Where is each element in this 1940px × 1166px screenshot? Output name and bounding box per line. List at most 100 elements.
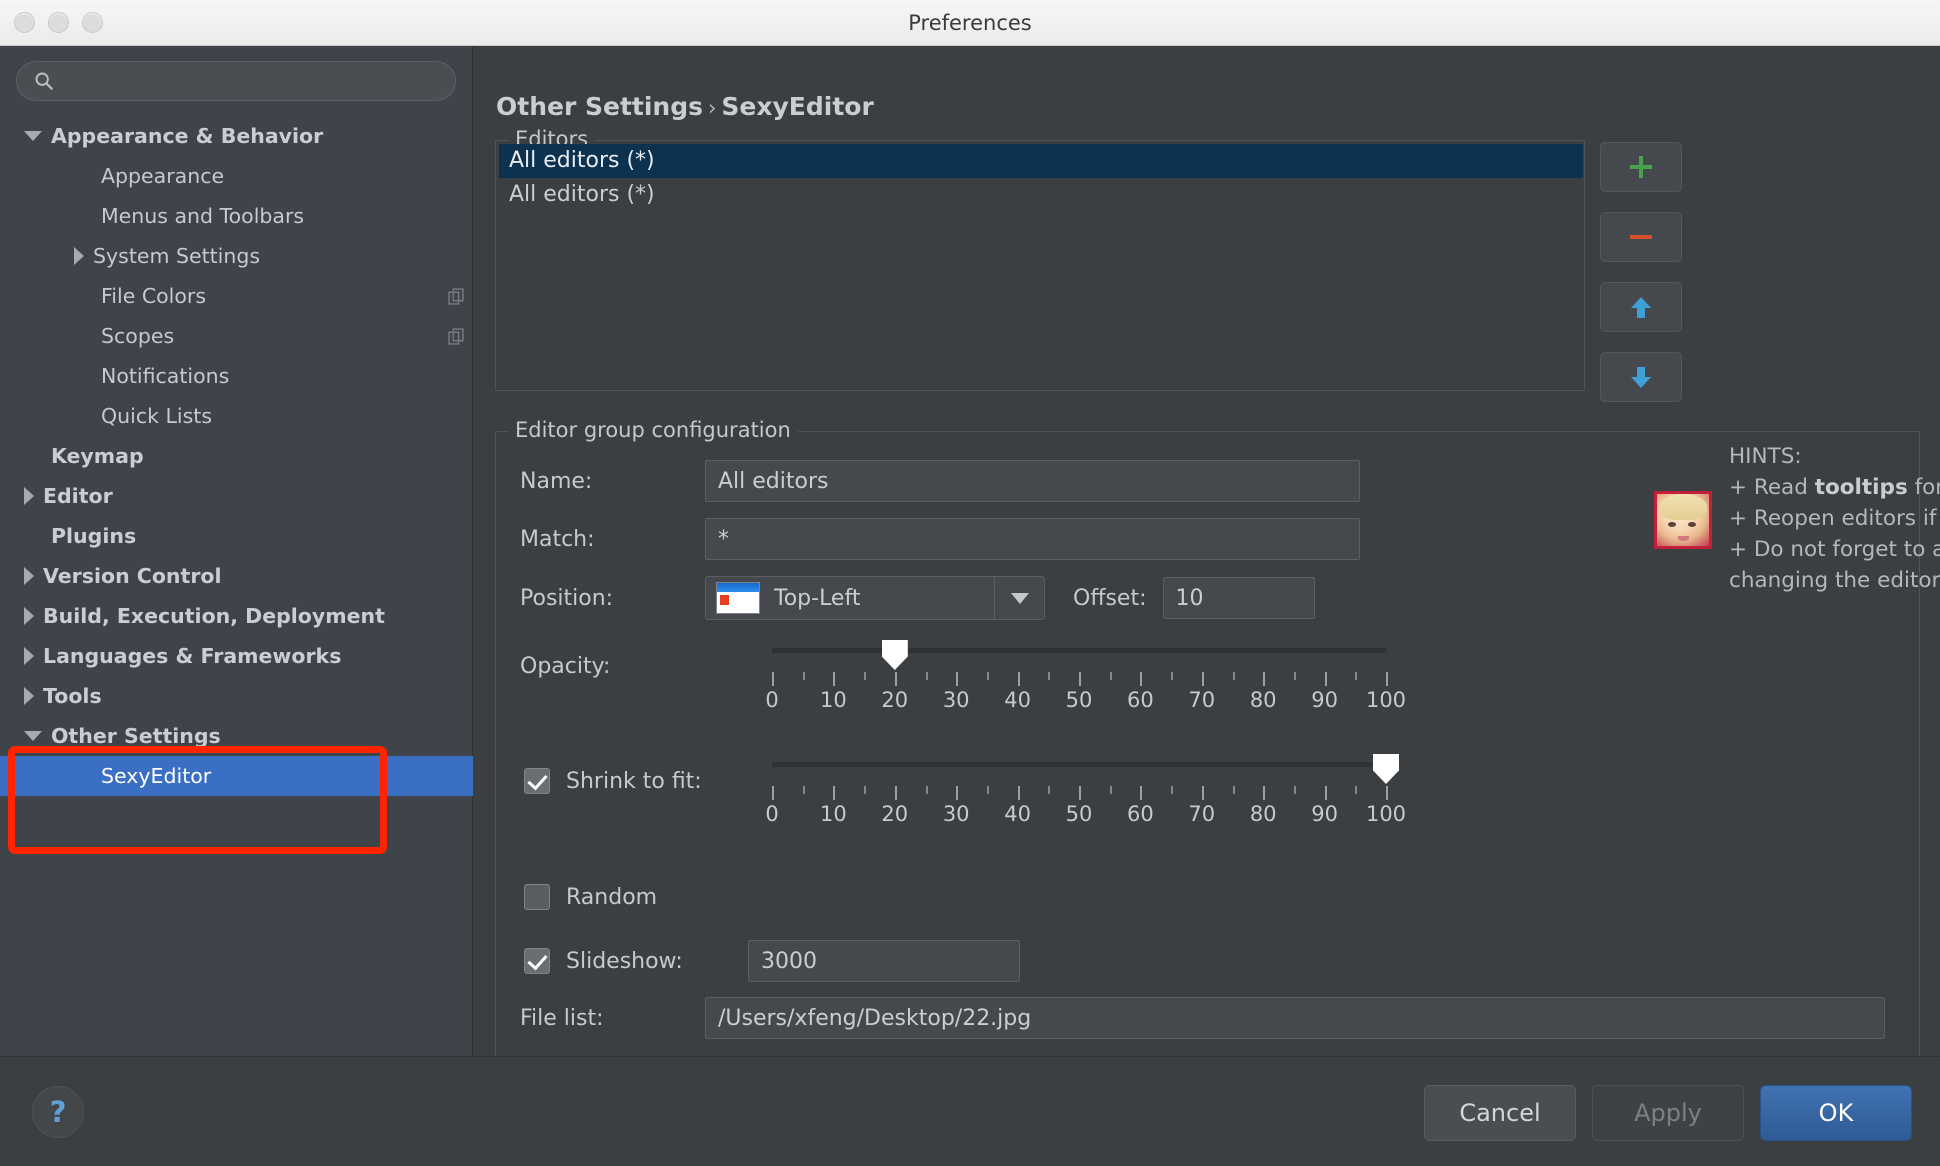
random-row: Random — [524, 884, 657, 910]
file-list-input[interactable] — [705, 997, 1885, 1039]
sidebar-item-scopes[interactable]: Scopes — [0, 316, 473, 356]
chevron-right-icon[interactable] — [24, 607, 34, 625]
slider-track[interactable] — [772, 762, 1386, 767]
slideshow-label: Slideshow: — [566, 948, 683, 974]
slideshow-checkbox[interactable] — [524, 948, 550, 974]
window-title: Preferences — [908, 11, 1032, 35]
sidebar-item-other-settings[interactable]: Other Settings — [0, 716, 473, 756]
sidebar-item-editor[interactable]: Editor — [0, 476, 473, 516]
name-input[interactable] — [705, 460, 1360, 502]
list-item[interactable]: All editors (*) — [499, 144, 1583, 178]
slider-tick — [1263, 786, 1266, 800]
offset-input[interactable] — [1162, 577, 1315, 619]
search-input[interactable] — [55, 70, 455, 92]
ok-button[interactable]: OK — [1760, 1085, 1912, 1141]
slider-tick-label: 90 — [1311, 688, 1338, 712]
slider-tick — [894, 672, 897, 686]
arrow-up-icon — [1631, 297, 1651, 318]
arrow-down-icon — [1631, 367, 1651, 388]
window-titlebar: Preferences — [0, 0, 1940, 46]
sidebar-item-languages-frameworks[interactable]: Languages & Frameworks — [0, 636, 473, 676]
remove-button[interactable] — [1600, 212, 1682, 262]
editors-list[interactable]: All editors (*) All editors (*) — [499, 144, 1583, 389]
chevron-down-icon[interactable] — [24, 731, 42, 741]
position-label: Position: — [520, 585, 614, 611]
chevron-down-icon[interactable] — [994, 577, 1044, 619]
cancel-button[interactable]: Cancel — [1424, 1085, 1576, 1141]
match-label: Match: — [520, 526, 595, 552]
sidebar-item-tools[interactable]: Tools — [0, 676, 473, 716]
slider-tick — [1079, 786, 1081, 800]
sidebar-item-appearance-behavior[interactable]: Appearance & Behavior — [0, 116, 473, 156]
slideshow-input[interactable] — [748, 940, 1020, 982]
list-item[interactable]: All editors (*) — [499, 178, 1583, 212]
slider-tick-label: 0 — [765, 802, 779, 826]
shared-settings-icon — [448, 287, 464, 305]
chevron-down-icon[interactable] — [24, 131, 42, 141]
match-row: Match: — [520, 518, 1360, 560]
sidebar-item-build-execution-deployment[interactable]: Build, Execution, Deployment — [0, 596, 473, 636]
sidebar-item-plugins[interactable]: Plugins — [0, 516, 473, 556]
sidebar-item-label: Build, Execution, Deployment — [43, 604, 385, 628]
sidebar-item-sexyeditor[interactable]: SexyEditor — [0, 756, 473, 796]
slider-tick — [1048, 672, 1051, 680]
slider-tick — [1140, 672, 1143, 686]
slider-tick — [894, 786, 897, 800]
sidebar-item-label: Other Settings — [51, 724, 221, 748]
apply-button[interactable]: Apply — [1592, 1085, 1744, 1141]
chevron-right-icon[interactable] — [74, 247, 84, 265]
move-down-button[interactable] — [1600, 352, 1682, 402]
breadcrumb-parent[interactable]: Other Settings — [496, 92, 703, 121]
shrink-to-fit-slider[interactable]: 0 10 20 30 40 50 60 70 80 90 100 — [765, 754, 1406, 830]
move-up-button[interactable] — [1600, 282, 1682, 332]
slider-tick-label: 20 — [881, 688, 909, 712]
opacity-slider[interactable]: 0 10 20 30 40 50 60 70 80 90 100 — [765, 640, 1406, 716]
breadcrumb-separator: › — [708, 96, 717, 120]
sidebar-item-version-control[interactable]: Version Control — [0, 556, 473, 596]
slider-tick — [956, 672, 959, 686]
sidebar-item-label: Quick Lists — [101, 404, 212, 428]
slider-tick-label: 20 — [881, 802, 909, 826]
chevron-right-icon[interactable] — [24, 647, 34, 665]
chevron-right-icon[interactable] — [24, 487, 34, 505]
sidebar-item-notifications[interactable]: Notifications — [0, 356, 473, 396]
slider-tick-label: 100 — [1365, 802, 1407, 826]
slider-tick — [833, 672, 836, 686]
offset-label: Offset: — [1073, 585, 1147, 611]
search-box[interactable] — [16, 61, 456, 101]
search-icon — [35, 72, 53, 90]
sidebar-item-label: Menus and Toolbars — [101, 204, 305, 228]
slider-thumb[interactable] — [881, 640, 908, 670]
random-checkbox[interactable] — [524, 884, 550, 910]
sidebar-item-label: Tools — [43, 684, 102, 708]
sidebar-item-quick-lists[interactable]: Quick Lists — [0, 396, 473, 436]
slider-thumb[interactable] — [1373, 754, 1399, 784]
dialog-buttons: Cancel Apply OK — [1424, 1085, 1912, 1141]
settings-tree: Appearance & Behavior Appearance Menus and… — [0, 116, 473, 796]
slider-tick — [1386, 672, 1388, 686]
slider-tick-label: 40 — [1004, 688, 1031, 712]
slider-tick — [833, 786, 836, 800]
sidebar-item-appearance[interactable]: Appearance — [0, 156, 473, 196]
slider-tick — [1263, 672, 1266, 686]
slider-tick — [986, 786, 989, 794]
sidebar-item-system-settings[interactable]: System Settings — [0, 236, 473, 276]
sidebar-item-menus-and-toolbars[interactable]: Menus and Toolbars — [0, 196, 473, 236]
breadcrumb: Other Settings › SexyEditor — [496, 92, 874, 121]
slider-track[interactable] — [772, 648, 1386, 653]
sidebar-item-keymap[interactable]: Keymap — [0, 436, 473, 476]
sidebar-item-label: Scopes — [101, 324, 175, 348]
chevron-right-icon[interactable] — [24, 687, 34, 705]
add-button[interactable] — [1600, 142, 1682, 192]
sidebar-item-file-colors[interactable]: File Colors — [0, 276, 473, 316]
shrink-to-fit-checkbox[interactable] — [524, 768, 550, 794]
help-button[interactable]: ? — [32, 1086, 84, 1138]
chevron-right-icon[interactable] — [24, 567, 34, 585]
slider-tick-label: 0 — [765, 688, 779, 712]
position-dropdown[interactable]: Top-Left — [705, 576, 1045, 620]
match-input[interactable] — [705, 518, 1360, 560]
slider-tick-label: 70 — [1188, 802, 1216, 826]
